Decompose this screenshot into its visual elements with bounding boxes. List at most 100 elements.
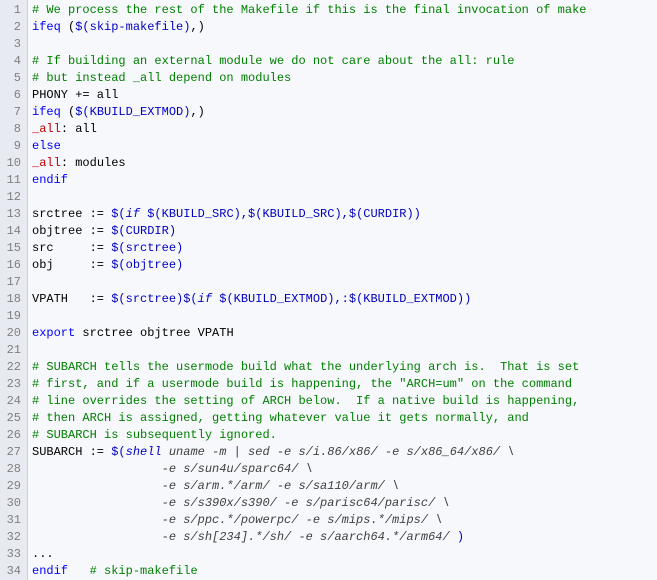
code-line[interactable]: PHONY += all [32,87,657,104]
code-line[interactable]: # first, and if a usermode build is happ… [32,376,657,393]
line-number: 3 [4,36,21,53]
line-number: 33 [4,546,21,563]
code-line[interactable]: -e s/sun4u/sparc64/ \ [32,461,657,478]
code-line[interactable]: ifeq ($(skip-makefile),) [32,19,657,36]
text-token: : modules [61,156,126,170]
code-editor[interactable]: 1234567891011121314151617181920212223242… [0,0,657,580]
variable-token: $( [111,445,125,459]
code-line[interactable]: -e s/s390x/s390/ -e s/parisc64/parisc/ \ [32,495,657,512]
code-line[interactable]: # SUBARCH tells the usermode build what … [32,359,657,376]
code-line[interactable]: src := $(srctree) [32,240,657,257]
line-number: 21 [4,342,21,359]
line-number: 11 [4,172,21,189]
code-line[interactable] [32,308,657,325]
code-line[interactable]: srctree := $(if $(KBUILD_SRC),$(KBUILD_S… [32,206,657,223]
code-line[interactable]: # If building an external module we do n… [32,53,657,70]
line-number: 24 [4,393,21,410]
func-token: shell [126,445,162,459]
line-number: 10 [4,155,21,172]
comment-token: # We process the rest of the Makefile if… [32,3,587,17]
keyword-token: endif [32,173,68,187]
text-token: srctree objtree VPATH [75,326,233,340]
code-line[interactable] [32,342,657,359]
variable-token: $( [111,207,125,221]
line-number: 29 [4,478,21,495]
line-number: 2 [4,19,21,36]
code-line[interactable]: _all: all [32,121,657,138]
line-number: 1 [4,2,21,19]
variable-token: $(KBUILD_SRC),$(KBUILD_SRC),$(CURDIR)) [140,207,421,221]
comment-token: # then ARCH is assigned, getting whateve… [32,411,529,425]
target-token: _all [32,156,61,170]
variable-token: $(CURDIR) [111,224,176,238]
comment-token: # SUBARCH is subsequently ignored. [32,428,277,442]
code-line[interactable]: # SUBARCH is subsequently ignored. [32,427,657,444]
line-number: 12 [4,189,21,206]
line-number: 19 [4,308,21,325]
line-number: 30 [4,495,21,512]
line-number: 14 [4,223,21,240]
func-token: if [126,207,140,221]
code-line[interactable]: # line overrides the setting of ARCH bel… [32,393,657,410]
line-number-gutter: 1234567891011121314151617181920212223242… [0,0,28,580]
text-token: : all [61,122,97,136]
string-token: -e s/sh[234].*/sh/ -e s/aarch64.*/arm64/ [32,530,457,544]
variable-token: $(objtree) [111,258,183,272]
text-token: ,) [190,105,204,119]
code-line[interactable] [32,189,657,206]
line-number: 4 [4,53,21,70]
string-token: -e s/sun4u/sparc64/ \ [32,462,313,476]
text-token: ... [32,547,54,561]
text-token: src := [32,241,111,255]
func-token: if [198,292,212,306]
code-line[interactable]: # but instead _all depend on modules [32,70,657,87]
string-token: -e s/ppc.*/powerpc/ -e s/mips.*/mips/ \ [32,513,442,527]
line-number: 26 [4,427,21,444]
line-number: 23 [4,376,21,393]
code-line[interactable]: export srctree objtree VPATH [32,325,657,342]
comment-token: # but instead _all depend on modules [32,71,291,85]
keyword-token: else [32,139,61,153]
line-number: 34 [4,563,21,580]
comment-token: # skip-makefile [90,564,198,578]
code-line[interactable]: endif [32,172,657,189]
comment-token: # line overrides the setting of ARCH bel… [32,394,579,408]
code-line[interactable]: -e s/arm.*/arm/ -e s/sa110/arm/ \ [32,478,657,495]
keyword-token: export [32,326,75,340]
code-line[interactable]: ... [32,546,657,563]
code-line[interactable]: endif # skip-makefile [32,563,657,580]
line-number: 13 [4,206,21,223]
code-line[interactable]: SUBARCH := $(shell uname -m | sed -e s/i… [32,444,657,461]
keyword-token: ifeq [32,105,61,119]
string-token: -e s/s390x/s390/ -e s/parisc64/parisc/ \ [32,496,450,510]
line-number: 17 [4,274,21,291]
code-line[interactable]: else [32,138,657,155]
line-number: 5 [4,70,21,87]
line-number: 28 [4,461,21,478]
text-token: ,) [190,20,204,34]
code-line[interactable]: _all: modules [32,155,657,172]
text-token [68,564,90,578]
code-line[interactable]: VPATH := $(srctree)$(if $(KBUILD_EXTMOD)… [32,291,657,308]
line-number: 18 [4,291,21,308]
code-line[interactable]: # then ARCH is assigned, getting whateve… [32,410,657,427]
code-line[interactable]: ifeq ($(KBUILD_EXTMOD),) [32,104,657,121]
code-line[interactable]: obj := $(objtree) [32,257,657,274]
line-number: 7 [4,104,21,121]
code-line[interactable] [32,36,657,53]
code-line[interactable]: objtree := $(CURDIR) [32,223,657,240]
code-line[interactable]: -e s/ppc.*/powerpc/ -e s/mips.*/mips/ \ [32,512,657,529]
variable-token: $(srctree) [111,241,183,255]
line-number: 15 [4,240,21,257]
variable-token: $(srctree)$( [111,292,197,306]
line-number: 20 [4,325,21,342]
code-line[interactable]: # We process the rest of the Makefile if… [32,2,657,19]
code-line[interactable] [32,274,657,291]
code-line[interactable]: -e s/sh[234].*/sh/ -e s/aarch64.*/arm64/… [32,529,657,546]
text-token: ( [61,20,75,34]
comment-token: # first, and if a usermode build is happ… [32,377,572,391]
code-area[interactable]: # We process the rest of the Makefile if… [28,0,657,580]
line-number: 27 [4,444,21,461]
variable-token: $(KBUILD_EXTMOD),:$(KBUILD_EXTMOD)) [212,292,471,306]
text-token: obj := [32,258,111,272]
